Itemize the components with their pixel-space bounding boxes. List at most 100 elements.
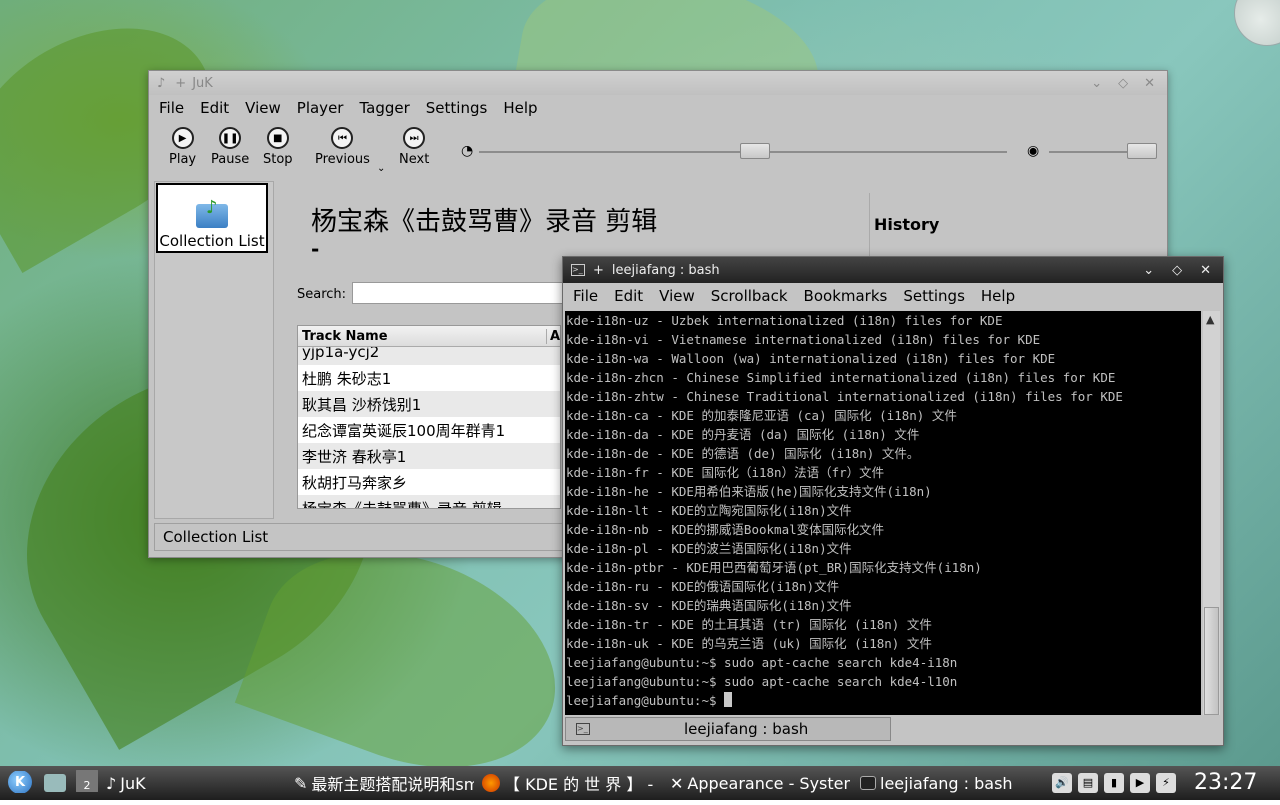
table-row[interactable]: 杨宝森《击鼓骂曹》录音 剪辑 <box>298 495 560 509</box>
pause-button[interactable]: ❚❚ Pause <box>211 127 249 167</box>
play-button[interactable]: ▶ Play <box>169 127 196 167</box>
close-icon[interactable]: ✕ <box>1200 263 1211 278</box>
konsole-menubar: File Edit View Scrollback Bookmarks Sett… <box>563 283 1223 309</box>
menu-player[interactable]: Player <box>289 99 352 117</box>
seek-icon: ◔ <box>461 143 474 159</box>
terminal-line: kde-i18n-zhcn - Chinese Simplified inter… <box>566 370 1116 385</box>
previous-icon: ⏮ <box>331 127 354 149</box>
terminal-line: kde-i18n-pl - KDE的波兰语国际化(i18n)文件 <box>566 541 852 556</box>
menu-settings[interactable]: Settings <box>418 99 496 117</box>
konsole-window: >_ + leejiafang : bash ⌄ ◇ ✕ File Edit V… <box>562 256 1224 746</box>
minimize-icon[interactable]: ⌄ <box>1143 263 1154 278</box>
terminal-line: kde-i18n-lt - KDE的立陶宛国际化(i18n)文件 <box>566 503 852 518</box>
volume-icon[interactable]: 🔊 <box>1052 773 1072 793</box>
maximize-icon[interactable]: ◇ <box>1172 263 1182 278</box>
terminal-line: kde-i18n-nb - KDE的挪威语Bookmal变体国际化文件 <box>566 522 885 537</box>
text-editor-icon: ✎ <box>294 773 308 793</box>
position-slider-handle[interactable] <box>739 143 770 159</box>
juk-titlebar[interactable]: ♪ + JuK ⌄ ◇ ✕ <box>149 71 1167 95</box>
show-desktop-button[interactable] <box>44 772 70 794</box>
clipboard-icon[interactable]: ▤ <box>1078 773 1098 793</box>
column-track-name[interactable]: Track Name <box>298 329 388 344</box>
task-juk[interactable]: ♪ JuK <box>106 772 286 794</box>
pager-desktop-icon: 2 <box>76 770 98 792</box>
firefox-icon <box>482 774 500 792</box>
menu-edit[interactable]: Edit <box>192 99 237 117</box>
close-icon[interactable]: ✕ <box>1144 76 1155 91</box>
table-row[interactable]: 李世济 春秋亭1 <box>298 443 560 469</box>
track-list: Track Name Ar yjp1a-ycj2 杜鹏 朱砂志1 耿其昌 沙桥饯… <box>297 325 561 509</box>
playlist-sidebar: Collection List <box>154 181 274 519</box>
menu-view[interactable]: View <box>237 99 289 117</box>
task-appearance-settings[interactable]: ✕ Appearance - System <box>670 772 850 794</box>
terminal-line: kde-i18n-da - KDE 的丹麦语 (da) 国际化 (i18n) 文… <box>566 427 920 442</box>
terminal-icon: >_ <box>571 264 585 276</box>
tab-bash[interactable]: >_ leejiafang : bash <box>565 717 891 741</box>
menu-tagger[interactable]: Tagger <box>351 99 417 117</box>
menu-scrollback[interactable]: Scrollback <box>703 287 796 305</box>
terminal-scrollbar[interactable]: ▲ <box>1203 311 1220 715</box>
clock[interactable]: 23:27 <box>1194 770 1257 795</box>
menu-file[interactable]: File <box>151 99 192 117</box>
terminal-line: kde-i18n-zhtw - Chinese Traditional inte… <box>566 389 1123 404</box>
next-button[interactable]: ⏭ Next <box>399 127 429 167</box>
menu-edit[interactable]: Edit <box>606 287 651 305</box>
kmenu-button[interactable]: K <box>8 771 32 793</box>
minimize-icon[interactable]: ⌄ <box>1091 76 1102 91</box>
terminal-line: kde-i18n-de - KDE 的德语 (de) 国际化 (i18n) 文件… <box>566 446 920 461</box>
sidebar-item-collection-list[interactable]: Collection List <box>156 183 268 253</box>
terminal-line: kde-i18n-uz - Uzbek internationalized (i… <box>566 313 1003 328</box>
status-bar: Collection List <box>154 523 564 551</box>
kde-logo-icon: K <box>8 771 32 793</box>
music-folder-icon <box>196 200 228 228</box>
maximize-icon[interactable]: ◇ <box>1118 76 1128 91</box>
menu-help[interactable]: Help <box>973 287 1023 305</box>
terminal-line: leejiafang@ubuntu:~$ sudo apt-cache sear… <box>566 655 958 670</box>
scroll-up-icon[interactable]: ▲ <box>1206 313 1214 326</box>
previous-button[interactable]: ⏮ Previous <box>315 127 370 167</box>
scrollbar-thumb[interactable] <box>1204 607 1219 715</box>
table-row[interactable]: 耿其昌 沙桥饯别1 <box>298 391 560 417</box>
terminal-line: kde-i18n-fr - KDE 国际化（i18n）法语（fr）文件 <box>566 465 885 480</box>
taskbar: K 2 ♪ JuK ✎ 最新主题搭配说明和sm 【 KDE 的 世 界 】 - … <box>0 766 1280 800</box>
table-row[interactable]: 秋胡打马奔家乡 <box>298 469 560 495</box>
terminal-icon: >_ <box>576 723 590 735</box>
table-row[interactable]: 杜鹏 朱砂志1 <box>298 365 560 391</box>
computer-icon <box>44 774 66 792</box>
stop-icon: ■ <box>266 127 289 149</box>
juk-menubar: File Edit View Player Tagger Settings He… <box>149 95 1167 121</box>
column-artist[interactable]: Ar <box>546 328 560 344</box>
pager[interactable]: 2 <box>76 770 102 792</box>
network-icon[interactable]: ▮ <box>1104 773 1124 793</box>
previous-dropdown-icon[interactable]: ⌄ <box>377 163 385 174</box>
stop-button[interactable]: ■ Stop <box>263 127 293 167</box>
volume-slider-handle[interactable] <box>1126 143 1157 159</box>
track-list-header: Track Name Ar <box>298 326 560 347</box>
menu-bookmarks[interactable]: Bookmarks <box>796 287 896 305</box>
konsole-titlebar[interactable]: >_ + leejiafang : bash ⌄ ◇ ✕ <box>563 257 1223 283</box>
terminal-line: kde-i18n-tr - KDE 的土耳其语 (tr) 国际化 (i18n) … <box>566 617 932 632</box>
menu-help[interactable]: Help <box>495 99 545 117</box>
next-icon: ⏭ <box>403 127 426 149</box>
konsole-window-title: leejiafang : bash <box>611 262 720 278</box>
terminal-output[interactable]: kde-i18n-uz - Uzbek internationalized (i… <box>565 311 1201 715</box>
media-player-icon[interactable]: ▶ <box>1130 773 1150 793</box>
menu-view[interactable]: View <box>651 287 703 305</box>
now-playing-title: 杨宝森《击鼓骂曹》录音 剪辑 <box>311 207 658 237</box>
task-firefox[interactable]: 【 KDE 的 世 界 】 - <box>482 772 662 794</box>
search-label: Search: <box>297 287 347 302</box>
menu-file[interactable]: File <box>565 287 606 305</box>
table-row[interactable]: 纪念谭富英诞辰100周年群青1 <box>298 417 560 443</box>
now-playing-artist: - <box>311 237 320 261</box>
volume-icon: ◉ <box>1027 143 1040 159</box>
pause-icon: ❚❚ <box>219 127 242 149</box>
tools-icon: ✕ <box>670 773 684 793</box>
task-konsole[interactable]: leejiafang : bash <box>860 772 1040 794</box>
power-icon[interactable]: ⚡ <box>1156 773 1176 793</box>
terminal-line: kde-i18n-ptbr - KDE用巴西葡萄牙语(pt_BR)国际化支持文件… <box>566 560 982 575</box>
terminal-icon <box>860 776 876 790</box>
system-tray: 🔊 ▤ ▮ ▶ ⚡ <box>1052 772 1182 794</box>
task-theme-notes[interactable]: ✎ 最新主题搭配说明和sm <box>294 772 474 795</box>
konsole-tabbar: >_ leejiafang : bash <box>565 717 1219 743</box>
menu-settings[interactable]: Settings <box>895 287 973 305</box>
